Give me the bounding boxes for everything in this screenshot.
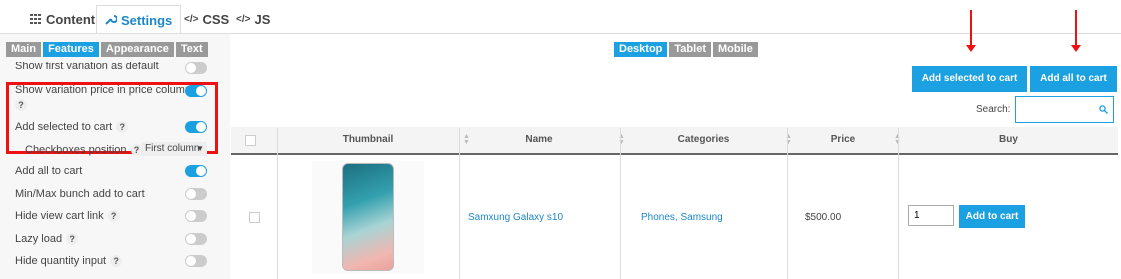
tab-css-label: CSS: [202, 11, 230, 27]
sort-icon: ▲▼: [463, 133, 470, 146]
sort-icon: ▲▼: [618, 133, 625, 146]
option-first-variation: Show first variation as default: [15, 62, 159, 72]
option-lazy-load: Lazy load ?: [15, 233, 79, 245]
device-tabs: Desktop Tablet Mobile: [614, 42, 758, 57]
product-thumbnail[interactable]: [312, 161, 424, 274]
chevron-down-icon: ▼: [196, 144, 204, 153]
toggle-add-all[interactable]: [185, 165, 207, 177]
code-icon: </>: [184, 13, 199, 25]
option-label: Checkboxes position: [25, 144, 127, 156]
search-icon: [1099, 103, 1108, 114]
column-divider: [277, 128, 278, 279]
column-divider: [620, 128, 621, 279]
wrench-icon: [105, 13, 118, 28]
subtab-features[interactable]: Features: [43, 42, 99, 57]
device-tab-tablet[interactable]: Tablet: [669, 42, 711, 57]
row-checkbox[interactable]: [249, 212, 260, 223]
code-icon: </>: [236, 13, 251, 25]
help-icon[interactable]: ?: [107, 210, 120, 222]
table-header: Thumbnail Name Categories Price Buy ▲ ▼ ▲…: [231, 127, 1118, 155]
tab-settings-label: Settings: [121, 12, 173, 28]
toggle-lazy-load[interactable]: [185, 233, 207, 245]
subtab-main[interactable]: Main: [6, 42, 42, 57]
quantity-input[interactable]: [908, 205, 954, 226]
option-label: Add selected to cart: [15, 121, 113, 133]
tab-content[interactable]: Content: [22, 6, 103, 32]
arrow-annotation: [1071, 10, 1081, 52]
option-hide-view-cart: Hide view cart link ?: [15, 210, 120, 222]
add-all-to-cart-button[interactable]: Add all to cart: [1030, 66, 1117, 92]
option-label: Add all to cart: [15, 165, 83, 177]
column-thumbnail[interactable]: Thumbnail: [278, 127, 458, 153]
option-hide-qty: Hide quantity input ?: [15, 255, 123, 267]
search-label: Search:: [976, 104, 1011, 115]
option-add-all: Add all to cart: [15, 165, 82, 177]
sub-tabs: Main Features Appearance Text: [6, 42, 208, 57]
option-checkbox-position: Checkboxes position ?: [25, 144, 143, 156]
column-divider: [787, 128, 788, 279]
sort-icon: ▲▼: [894, 133, 901, 146]
tab-js[interactable]: </> JS: [228, 6, 278, 32]
toggle-first-variation[interactable]: [185, 62, 207, 74]
grid-icon: [30, 12, 42, 27]
toggle-hide-qty[interactable]: [185, 255, 207, 267]
select-value: First column: [145, 143, 200, 154]
option-label: Show first variation as default: [15, 62, 159, 72]
product-name-link[interactable]: Samxung Galaxy s10: [468, 212, 563, 223]
device-tab-mobile[interactable]: Mobile: [712, 42, 758, 57]
toggle-hide-view-cart[interactable]: [185, 210, 207, 222]
column-name[interactable]: Name: [459, 127, 619, 153]
column-buy[interactable]: Buy: [899, 127, 1118, 153]
column-price[interactable]: Price: [788, 127, 898, 153]
option-label: Lazy load: [15, 233, 63, 245]
option-minmax: Min/Max bunch add to cart: [15, 188, 145, 200]
phone-image: [342, 163, 394, 271]
tab-content-label: Content: [46, 11, 96, 27]
select-all-checkbox[interactable]: [245, 135, 256, 146]
subtab-text[interactable]: Text: [175, 42, 208, 57]
toggle-add-selected[interactable]: [185, 121, 207, 133]
help-icon[interactable]: ?: [116, 121, 129, 133]
option-label: Hide view cart link: [15, 210, 104, 222]
sort-icon: ▲▼: [785, 133, 792, 146]
tab-js-label: JS: [254, 11, 271, 27]
product-categories-link[interactable]: Phones, Samsung: [641, 212, 723, 223]
product-price: $500.00: [805, 212, 842, 223]
device-tab-desktop[interactable]: Desktop: [614, 42, 668, 57]
help-icon[interactable]: ?: [66, 233, 79, 245]
top-tabs: Content Settings </> CSS </> JS: [0, 0, 1121, 34]
tab-settings[interactable]: Settings: [96, 5, 182, 34]
column-categories[interactable]: Categories: [620, 127, 787, 153]
toggle-minmax[interactable]: [185, 188, 207, 200]
option-label: Min/Max bunch add to cart: [15, 188, 145, 200]
add-selected-to-cart-button[interactable]: Add selected to cart: [912, 66, 1027, 92]
arrow-annotation: [966, 10, 976, 52]
option-add-selected: Add selected to cart ?: [15, 121, 129, 133]
option-label: Hide quantity input: [15, 255, 107, 267]
column-divider: [898, 128, 899, 279]
subtab-appearance[interactable]: Appearance: [100, 42, 174, 57]
help-icon[interactable]: ?: [110, 255, 123, 267]
add-to-cart-button[interactable]: Add to cart: [959, 205, 1025, 228]
checkbox-position-select[interactable]: First column ▼: [141, 142, 207, 156]
column-divider: [459, 128, 460, 279]
